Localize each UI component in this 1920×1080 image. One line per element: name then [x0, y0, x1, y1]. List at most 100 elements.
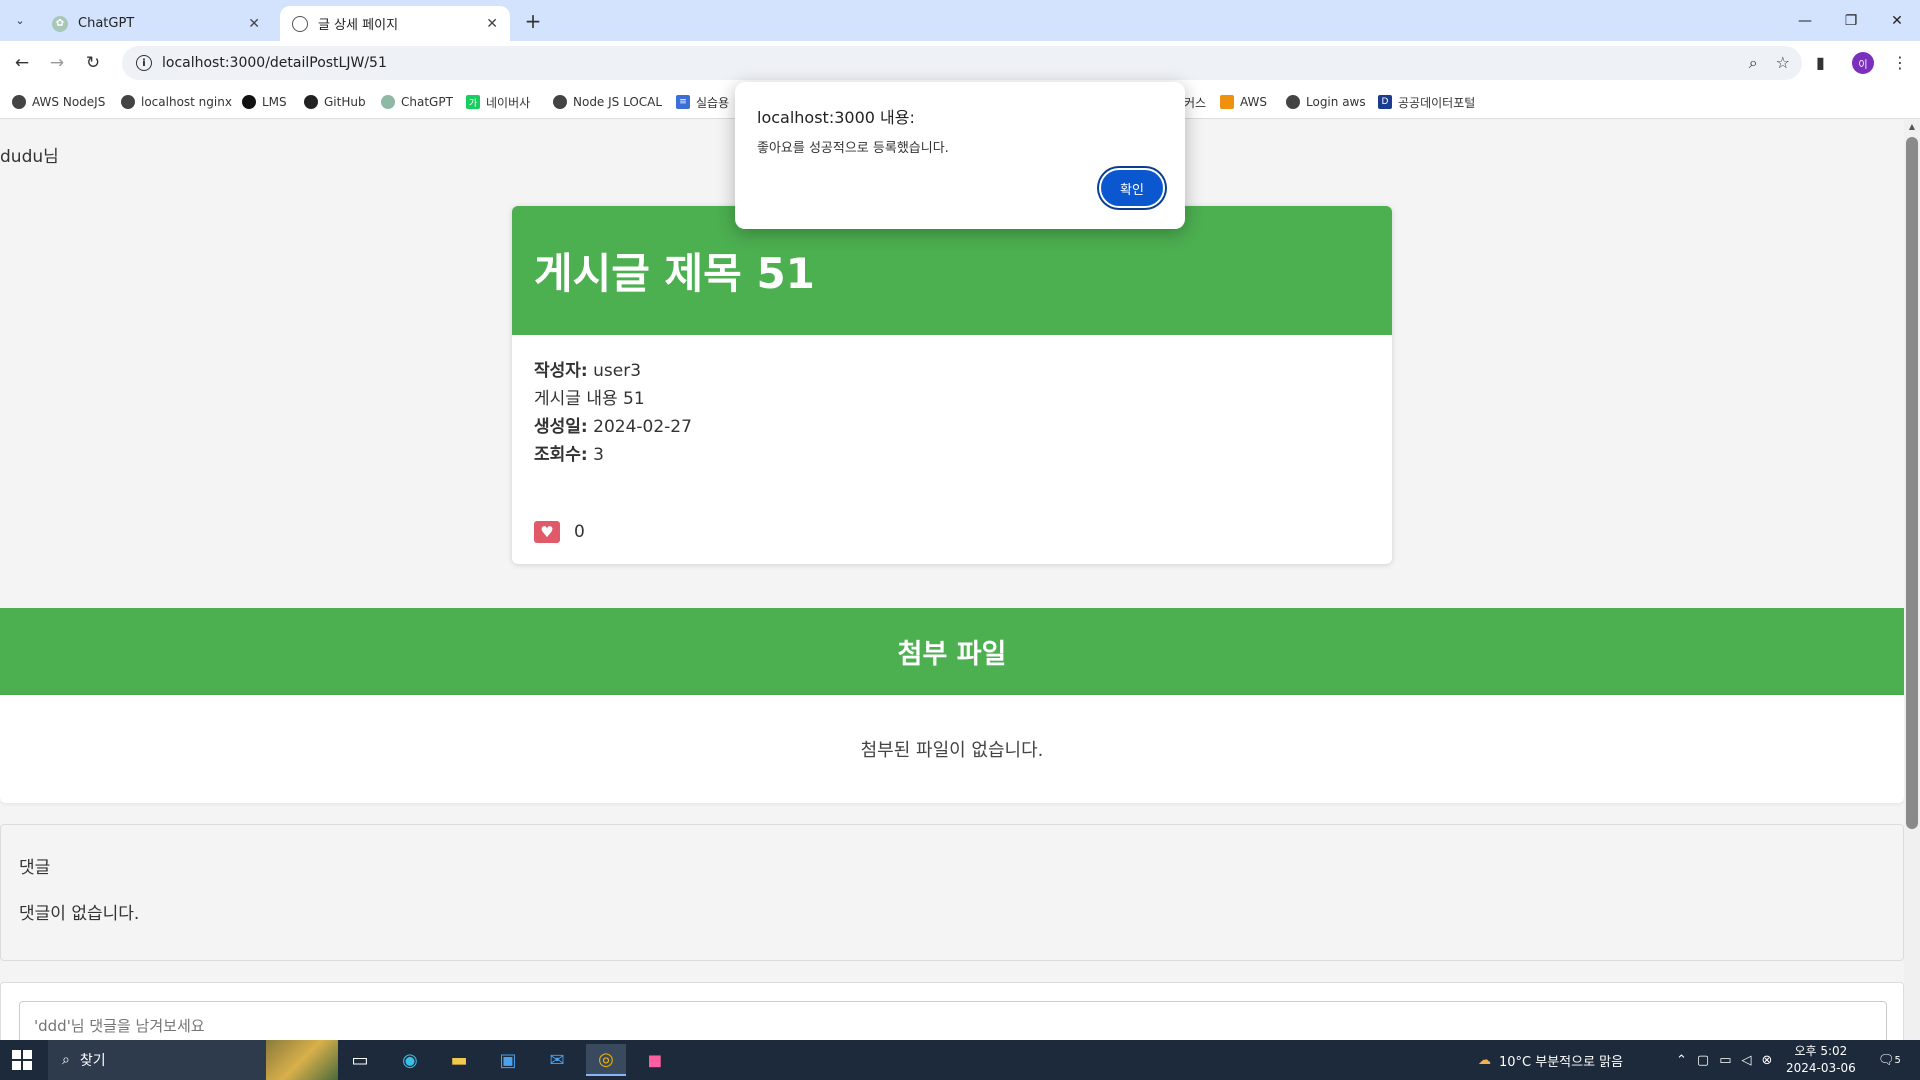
- chrome-icon[interactable]: ◎: [586, 1044, 626, 1076]
- like-count: 0: [574, 522, 585, 542]
- search-icon: ⌕: [62, 1052, 70, 1068]
- alert-dialog: localhost:3000 내용: 좋아요를 성공적으로 등록했습니다. 확인: [735, 82, 1185, 229]
- windows-start-icon[interactable]: [12, 1050, 32, 1070]
- notification-center[interactable]: 🗨 5: [1878, 1040, 1901, 1080]
- bookmark-github[interactable]: GitHub: [304, 91, 366, 113]
- post-author-row: 작성자: user3: [534, 357, 1370, 385]
- post-card: 게시글 제목 51 작성자: user3 게시글 내용 51 생성일: 2024…: [512, 206, 1392, 564]
- post-views: 3: [593, 445, 604, 465]
- data-portal-icon: D: [1378, 95, 1392, 109]
- naver-icon: 가: [466, 95, 480, 109]
- close-tab-icon[interactable]: ✕: [248, 16, 260, 32]
- edge-icon[interactable]: ◉: [390, 1044, 430, 1076]
- bookmark-localhost-nginx[interactable]: localhost nginx: [121, 91, 232, 113]
- bookmark-data-portal[interactable]: D 공공데이터포털: [1378, 91, 1475, 113]
- close-circle-icon[interactable]: ⊗: [1762, 1053, 1773, 1068]
- search-highlight-image: [266, 1040, 338, 1080]
- post-author: user3: [593, 361, 642, 381]
- bookmark-login-aws[interactable]: Login aws: [1286, 91, 1366, 113]
- scrollbar-thumb[interactable]: [1906, 137, 1918, 829]
- browser-toolbar: ← → ↻ i localhost:3000/detailPostLJW/51 …: [0, 41, 1920, 85]
- reload-icon[interactable]: ↻: [79, 49, 107, 77]
- bookmark-partial[interactable]: 커스: [1184, 91, 1206, 113]
- globe-icon: [553, 95, 567, 109]
- notification-icon: 🗨: [1878, 1052, 1895, 1068]
- menu-dots-icon[interactable]: ⋮: [1892, 53, 1908, 72]
- aws-icon: [1220, 95, 1234, 109]
- bookmark-aws-nodejs[interactable]: AWS NodeJS: [12, 91, 105, 113]
- post-created: 2024-02-27: [593, 417, 692, 437]
- like-heart-icon[interactable]: ♥: [534, 521, 560, 543]
- comments-title: 댓글: [19, 858, 51, 878]
- minimize-button[interactable]: —: [1782, 0, 1828, 41]
- bookmark-lms[interactable]: LMS: [242, 91, 287, 113]
- comments-section: 댓글 댓글이 없습니다.: [0, 824, 1904, 961]
- profile-avatar[interactable]: 이: [1852, 52, 1874, 74]
- bookmark-naver[interactable]: 가 네이버사: [466, 91, 530, 113]
- attachments-header: 첨부 파일: [0, 608, 1904, 695]
- bookmark-node-local[interactable]: Node JS LOCAL: [553, 91, 662, 113]
- taskbar-search-label: 찾기: [79, 1053, 106, 1069]
- clock-date: 2024-03-06: [1786, 1061, 1856, 1075]
- restore-button[interactable]: ❐: [1828, 0, 1874, 41]
- file-explorer-icon[interactable]: ▬: [439, 1044, 479, 1076]
- dialog-message: 좋아요를 성공적으로 등록했습니다.: [757, 141, 949, 156]
- taskbar-search[interactable]: ⌕ 찾기: [48, 1040, 338, 1080]
- chatgpt-icon: ✿: [52, 15, 68, 32]
- close-window-button[interactable]: ✕: [1874, 0, 1920, 41]
- network-icon[interactable]: ▭: [1719, 1053, 1731, 1068]
- globe-icon: [121, 95, 135, 109]
- back-arrow-icon[interactable]: ←: [8, 49, 36, 77]
- chatgpt-icon: [381, 95, 395, 109]
- tab-search-chevron-icon[interactable]: ⌄: [8, 8, 32, 32]
- close-tab-icon[interactable]: ✕: [486, 16, 498, 32]
- weather-cloud-icon: ☁: [1478, 1052, 1491, 1068]
- address-bar[interactable]: i localhost:3000/detailPostLJW/51 ⌕ ☆: [122, 46, 1802, 80]
- store-icon[interactable]: ▣: [488, 1044, 528, 1076]
- meet-icon[interactable]: ▢: [1697, 1053, 1709, 1068]
- post-body: 작성자: user3 게시글 내용 51 생성일: 2024-02-27 조회수…: [512, 335, 1392, 469]
- scroll-up-arrow-icon[interactable]: ▲: [1906, 122, 1918, 134]
- task-view-icon[interactable]: ▭: [340, 1044, 380, 1076]
- bookmark-aws[interactable]: AWS: [1220, 91, 1267, 113]
- tab-title: 글 상세 페이지: [318, 18, 399, 33]
- bookmark-star-icon[interactable]: ☆: [1776, 53, 1790, 73]
- mail-icon[interactable]: ✉: [537, 1044, 577, 1076]
- post-content: 게시글 내용 51: [534, 389, 645, 409]
- volume-muted-icon[interactable]: ◁: [1742, 1053, 1752, 1068]
- site-info-icon[interactable]: i: [136, 55, 152, 71]
- new-tab-button[interactable]: +: [520, 8, 546, 34]
- tab-title: ChatGPT: [78, 16, 135, 31]
- attachments-title: 첨부 파일: [897, 639, 1007, 670]
- forward-arrow-icon[interactable]: →: [43, 49, 71, 77]
- chevron-up-icon[interactable]: ⌃: [1676, 1053, 1687, 1068]
- clock-time: 오후 5:02: [1794, 1044, 1848, 1058]
- dialog-ok-button[interactable]: 확인: [1099, 168, 1165, 208]
- side-panel-icon[interactable]: ▮: [1816, 53, 1825, 72]
- system-tray: ⌃ ▢ ▭ ◁ ⊗: [1676, 1040, 1772, 1080]
- bookmark-practice[interactable]: ≡ 실습용: [676, 91, 729, 113]
- page-content: dudu님 게시글 제목 51 작성자: user3 게시글 내용 51 생성일…: [0, 120, 1904, 1040]
- post-views-row: 조회수: 3: [534, 441, 1370, 469]
- lms-icon: [242, 95, 256, 109]
- doc-icon: ≡: [676, 95, 690, 109]
- zoom-icon[interactable]: ⌕: [1749, 53, 1758, 73]
- comment-input[interactable]: [19, 1001, 1887, 1040]
- tab-chatgpt[interactable]: ✿ ChatGPT ✕: [40, 6, 272, 41]
- browser-tab-bar: ⌄ ✿ ChatGPT ✕ 글 상세 페이지 ✕ + — ❐ ✕: [0, 0, 1920, 41]
- author-label: 작성자:: [534, 361, 588, 381]
- intellij-icon[interactable]: ◼: [635, 1044, 675, 1076]
- github-icon: [304, 95, 318, 109]
- tab-detail-page[interactable]: 글 상세 페이지 ✕: [280, 6, 510, 41]
- taskbar-clock[interactable]: 오후 5:02 2024-03-06: [1786, 1043, 1856, 1077]
- weather-text: 10°C 부분적으로 맑음: [1499, 1054, 1624, 1070]
- comment-form: [0, 982, 1904, 1040]
- user-greeting: dudu님: [0, 147, 59, 167]
- views-label: 조회수:: [534, 445, 588, 465]
- taskbar: ⌕ 찾기 ▭ ◉ ▬ ▣ ✉ ◎ ◼ ☁ 10°C 부분적으로 맑음 ⌃ ▢ ▭…: [0, 1040, 1920, 1080]
- dialog-title: localhost:3000 내용:: [757, 108, 915, 127]
- post-created-row: 생성일: 2024-02-27: [534, 413, 1370, 441]
- bookmark-chatgpt[interactable]: ChatGPT: [381, 91, 453, 113]
- globe-icon: [292, 15, 308, 32]
- weather-widget[interactable]: ☁ 10°C 부분적으로 맑음: [1478, 1040, 1623, 1080]
